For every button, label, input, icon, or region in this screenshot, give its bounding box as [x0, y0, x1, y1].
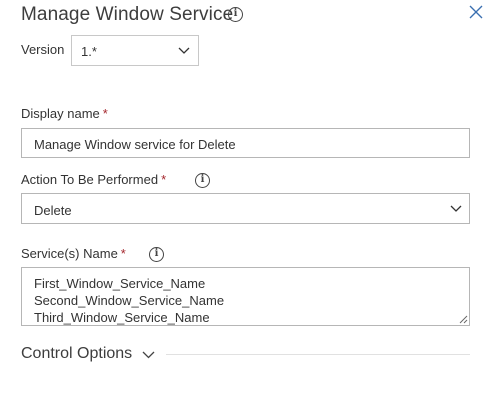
version-label: Version	[21, 42, 65, 57]
info-icon[interactable]: i	[195, 173, 210, 188]
version-value: 1.*	[81, 44, 97, 59]
control-options-toggle[interactable]: Control Options	[21, 345, 132, 363]
manage-window-service-panel: Manage Window Service i Version 1.* Disp…	[0, 0, 487, 413]
chevron-down-icon[interactable]	[142, 351, 155, 359]
services-label-text: Service(s) Name	[21, 246, 118, 261]
info-icon[interactable]: i	[149, 247, 164, 262]
chevron-down-icon	[178, 47, 190, 54]
service-line: First_Window_Service_Name	[34, 276, 206, 291]
section-divider	[166, 354, 470, 355]
resize-grip-icon[interactable]	[459, 315, 468, 324]
panel-title: Manage Window Service	[21, 4, 234, 25]
display-name-label-text: Display name	[21, 106, 100, 121]
version-select[interactable]: 1.*	[71, 35, 199, 66]
action-label-text: Action To Be Performed	[21, 172, 159, 187]
action-value: Delete	[34, 203, 72, 218]
info-icon[interactable]: i	[228, 7, 243, 22]
display-name-input[interactable]: Manage Window service for Delete	[21, 128, 470, 158]
services-label: Service(s) Name *	[21, 246, 126, 261]
action-label: Action To Be Performed *	[21, 172, 166, 187]
required-marker: *	[120, 246, 126, 261]
action-select[interactable]: Delete	[21, 193, 470, 224]
chevron-down-icon	[450, 205, 462, 212]
services-textarea[interactable]: First_Window_Service_Name Second_Window_…	[21, 267, 470, 326]
required-marker: *	[102, 106, 108, 121]
required-marker: *	[161, 172, 167, 187]
service-line: Third_Window_Service_Name	[34, 310, 210, 325]
display-name-value: Manage Window service for Delete	[34, 137, 236, 152]
service-line: Second_Window_Service_Name	[34, 293, 225, 308]
display-name-label: Display name *	[21, 106, 108, 121]
close-icon[interactable]	[469, 5, 483, 19]
